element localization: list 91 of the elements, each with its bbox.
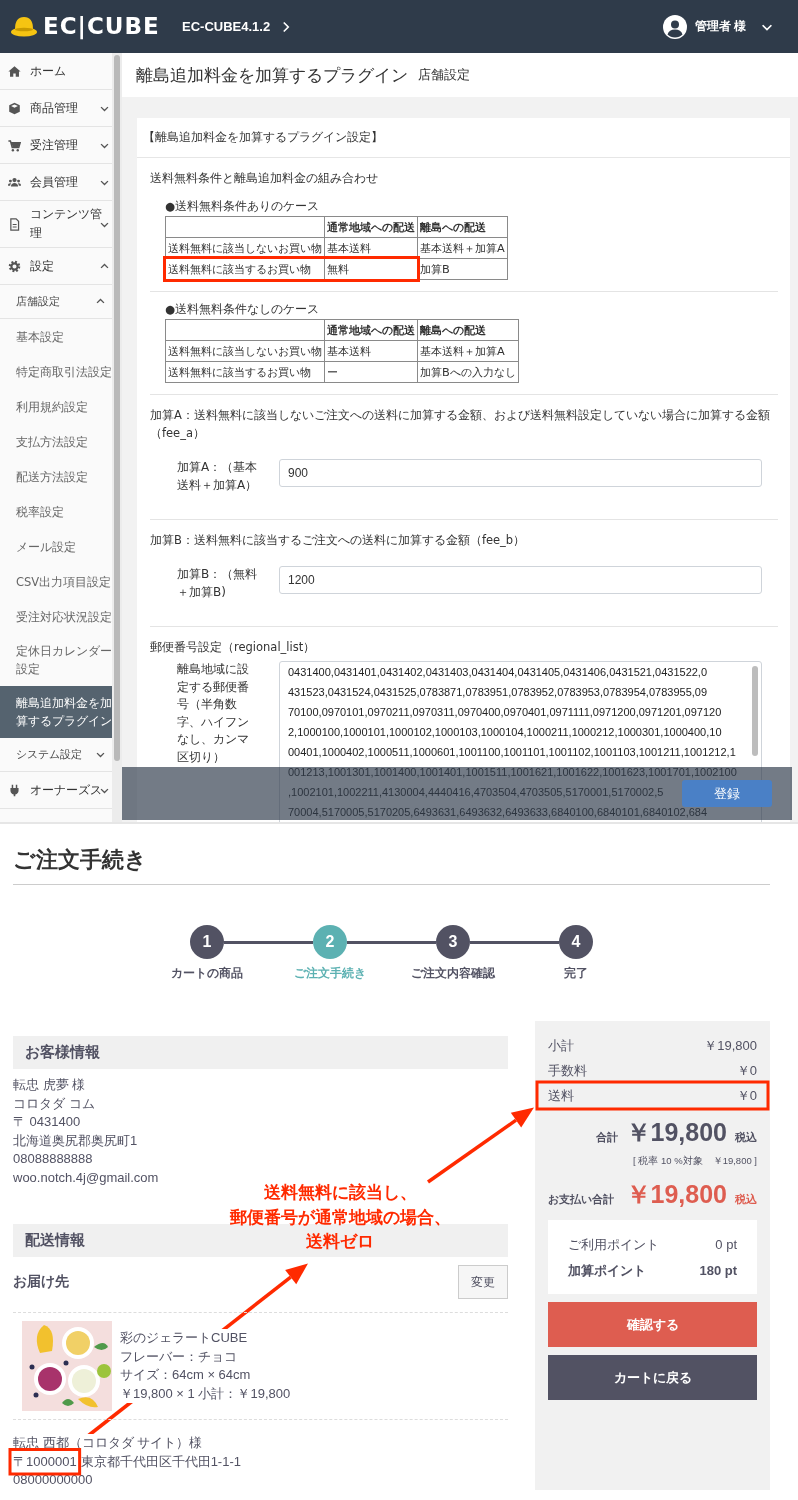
table-cell: 加算Bへの入力なし [417, 361, 519, 383]
field-label: 加算A：（基本送料＋加算A） [177, 459, 259, 494]
text-input[interactable]: 900 [279, 459, 762, 487]
nav-item[interactable]: 利用規約設定 [0, 389, 112, 424]
nav-item[interactable]: メール設定 [0, 529, 112, 564]
table-cell: 送料無料に該当しないお買い物 [165, 237, 325, 259]
summary-label: 手数料 [548, 1062, 587, 1080]
payment-total-amount: ￥19,800 [625, 1179, 727, 1210]
nav-item[interactable]: 税率設定 [0, 494, 112, 529]
table-cell: 送料無料に該当しないお買い物 [165, 340, 325, 362]
page-subtitle: 店舗設定 [418, 66, 470, 84]
step-label: ご注文手続き [294, 966, 366, 981]
user-name: 管理者 様 [694, 18, 746, 35]
plug-icon [8, 783, 21, 797]
section-heading: お客様情報 [13, 1036, 508, 1069]
confirm-button[interactable]: 確認する [548, 1302, 757, 1347]
page-title: ご注文手続き [13, 846, 148, 874]
table-cell: 送料無料に該当するお買い物 [165, 361, 325, 383]
step-label: 完了 [564, 966, 588, 981]
cube-icon [8, 101, 21, 115]
field-description: 加算B：送料無料に該当するご注文への送料に加算する金額（fee_b） [150, 532, 527, 549]
field-label: 加算B：（無料＋加算B) [177, 566, 259, 601]
summary-value: ￥19,800 [704, 1037, 757, 1055]
table-header-cell: 通常地域への配送 [324, 216, 418, 238]
nav-item[interactable]: 離島追加料金を加算するプラグイン [0, 686, 112, 738]
product-detail: ￥19,800 × 1 小計：￥19,800 [120, 1384, 291, 1403]
table-caption: ●送料無料条件ありのケース [165, 198, 321, 215]
back-to-cart-button[interactable]: カートに戻る [548, 1355, 757, 1400]
field-label: 離島地域に設定する郵便番号（半角数字、ハイフンなし、カンマ区切り） [177, 661, 250, 766]
tax-note: [ 税率 10 %対象 ￥19,800 ] [632, 1155, 757, 1168]
table-caption: ●送料無料条件なしのケース [165, 301, 321, 318]
table-cell: 基本送料 [324, 340, 418, 362]
user-avatar-icon [662, 14, 687, 39]
destination-label: お届け先 [13, 1273, 69, 1291]
nav-item[interactable]: 支払方法設定 [0, 424, 112, 459]
cart-icon [8, 138, 21, 152]
table-header-cell: 通常地域への配送 [324, 319, 418, 341]
table-cell: 基本送料 [324, 237, 418, 259]
nav-item[interactable]: CSV出力項目設定 [0, 564, 112, 599]
step-number: 3 [436, 925, 470, 959]
card-title: 【離島追加料金を加算するプラグイン設定】 [137, 118, 790, 158]
tax-label: 税込 [735, 1192, 757, 1207]
text-input[interactable]: 1200 [279, 566, 762, 594]
tax-label: 税込 [735, 1130, 757, 1145]
step-label: ご注文内容確認 [411, 966, 495, 981]
total-amount: ￥19,800 [625, 1117, 727, 1148]
shop-name: EC-CUBE4.1.2 [182, 19, 271, 34]
page-title: 離島追加料金を加算するプラグイン [136, 63, 408, 87]
logo-icon [10, 14, 38, 39]
product-detail: サイズ：64cm × 64cm [120, 1366, 251, 1385]
scrollbar[interactable] [752, 666, 758, 756]
change-button[interactable]: 変更 [458, 1265, 508, 1299]
product-detail: 彩のジェラートCUBE [120, 1329, 248, 1348]
table-cell: 送料無料に該当するお買い物 [165, 258, 325, 280]
address: 東京都千代田区千代田1-1-1 [80, 1452, 241, 1471]
summary-label: 送料 [548, 1087, 574, 1105]
total-label: 合計 [595, 1130, 618, 1145]
table-header-cell: 離島への配送 [417, 319, 519, 341]
table-header-cell: 離島への配送 [417, 216, 508, 238]
section-heading: 送料無料条件と離島追加料金の組み合わせ [150, 170, 379, 187]
save-button[interactable]: 登録 [682, 780, 772, 807]
scrollbar[interactable] [114, 55, 120, 761]
nav-item[interactable]: 配送方法設定 [0, 459, 112, 494]
users-icon [8, 175, 21, 189]
gear-icon [8, 259, 21, 273]
table-cell: 基本送料＋加算A [417, 237, 508, 259]
step-number: 4 [559, 925, 593, 959]
nav-item[interactable]: 受注対応状況設定 [0, 599, 112, 634]
logo-text: EC|CUBE [43, 15, 160, 38]
step-number: 1 [190, 925, 224, 959]
nav-item[interactable]: 定休日カレンダー設定 [0, 634, 112, 686]
annotation-text: 送料無料に該当し、 郵便番号が通常地域の場合、 送料ゼロ [228, 1181, 452, 1253]
field-description: 加算A：送料無料に該当しないご注文への送料に加算する金額、および送料無料設定していない場合に加算する金額（fee_a） [150, 407, 771, 442]
points-label: ご利用ポイント [568, 1236, 659, 1254]
table-cell: 基本送料＋加算A [417, 340, 519, 362]
summary-label: 小計 [548, 1037, 574, 1055]
field-description: 郵便番号設定（regional_list） [150, 639, 317, 656]
summary-value: ￥0 [736, 1087, 757, 1105]
document-icon [8, 217, 21, 231]
table-cell: ー [324, 361, 418, 383]
points-value: 0 pt [715, 1236, 737, 1254]
summary-value: ￥0 [736, 1062, 757, 1080]
step-number: 2 [313, 925, 347, 959]
points-value: 180 pt [699, 1262, 737, 1280]
table-cell: 加算B [417, 258, 508, 280]
nav-item[interactable]: 基本設定 [0, 319, 112, 354]
nav-item[interactable]: 特定商取引法設定 [0, 354, 112, 389]
points-label: 加算ポイント [568, 1262, 646, 1280]
home-icon [8, 64, 21, 78]
step-label: カートの商品 [171, 966, 243, 981]
payment-total-label: お支払い合計 [548, 1192, 614, 1207]
